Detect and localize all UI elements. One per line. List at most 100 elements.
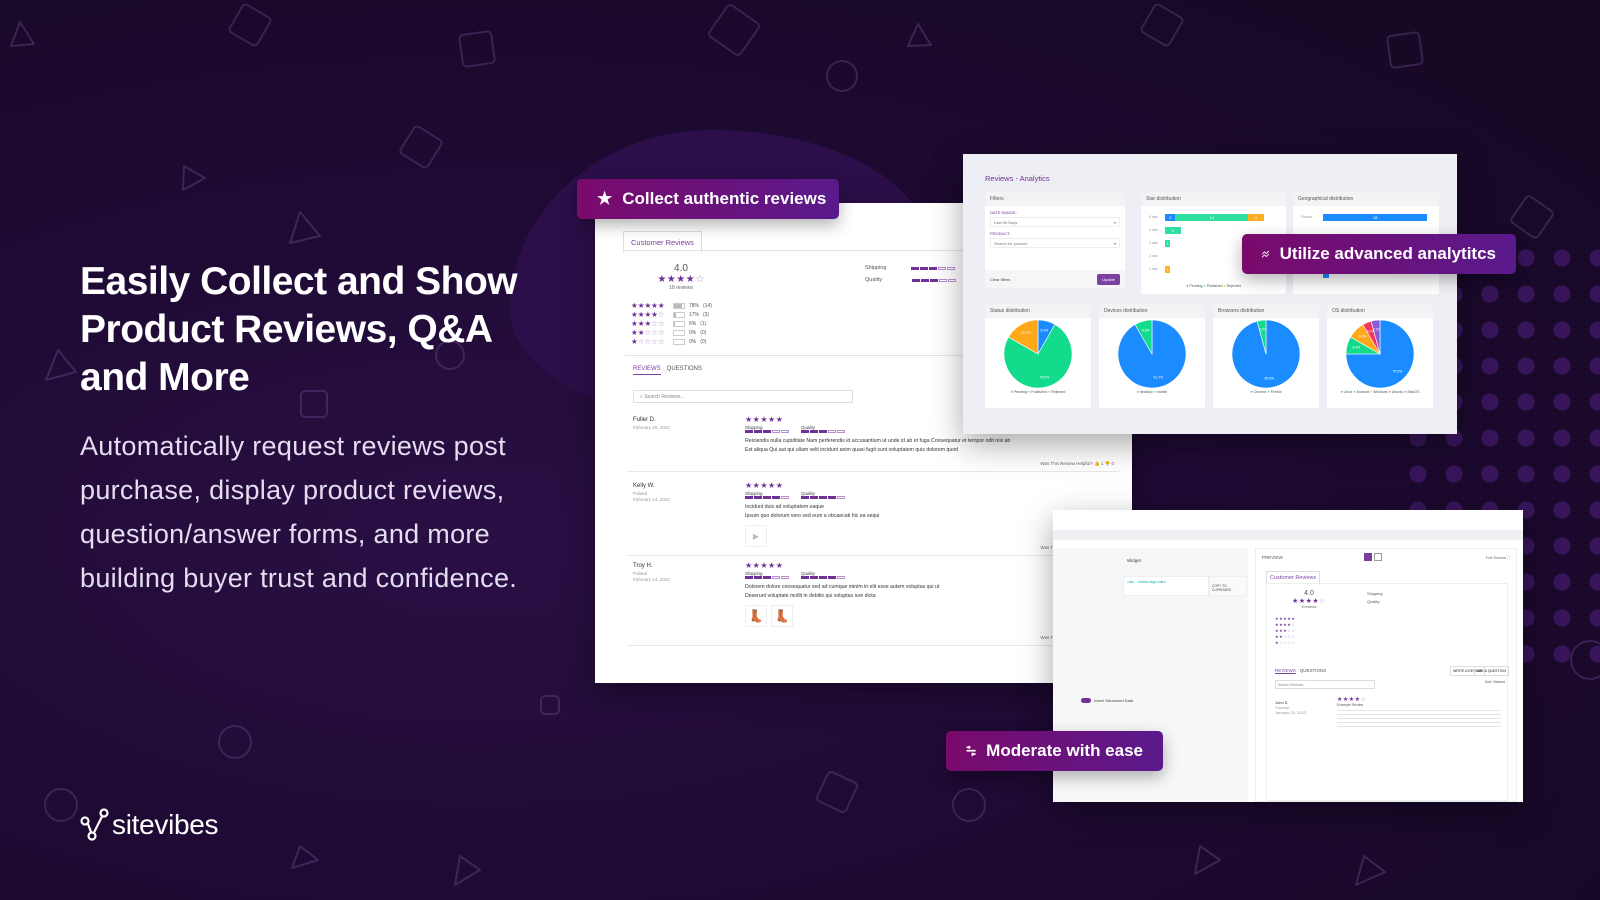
legend-item: Ubuntu: [1389, 390, 1405, 394]
brand-name: sitevibes: [112, 809, 219, 840]
slice-label: 75.0%: [1040, 376, 1050, 380]
row-count: (3): [703, 311, 710, 318]
review-text: Reiciendis nulla cupiditate Nam perferen…: [745, 438, 1011, 453]
chevron-down-icon: ▾: [1113, 220, 1116, 225]
breakdown-row[interactable]: ★☆☆☆☆ 0% (0): [631, 337, 712, 346]
page-title: Reviews - Analytics: [985, 174, 1050, 183]
reviewer-name: Fuller D.: [633, 417, 656, 423]
review-count: 18 reviews: [669, 285, 693, 291]
breakdown-row[interactable]: ★★★★★ 78% (14): [631, 301, 712, 310]
update-button[interactable]: Update: [1097, 273, 1120, 285]
search-reviews-input[interactable]: Search Reviews...: [1275, 680, 1375, 689]
mobile-icon[interactable]: [1374, 553, 1382, 561]
tab-questions[interactable]: QUESTIONS: [667, 366, 702, 375]
review-text: Incidunt duis ad voluptatem eaque Ipsum q…: [745, 504, 880, 519]
photo-thumbnail[interactable]: 👢: [771, 605, 793, 627]
row-stars: ★★★★☆: [631, 310, 665, 319]
product-select[interactable]: Search for product ▾: [990, 238, 1120, 248]
tab-questions[interactable]: QUESTIONS: [1300, 668, 1327, 673]
breakdown-row[interactable]: ★★★★☆ 17% (3): [631, 310, 712, 319]
slice-label: 95.8%: [1264, 376, 1274, 380]
slice-label: 8.3%: [1352, 346, 1360, 350]
copy-to-clipboard-button[interactable]: COPY TO CLIPBOARD: [1209, 576, 1247, 596]
reviewer-meta: February 28, 2022: [633, 425, 670, 430]
desktop-icon[interactable]: [1364, 553, 1372, 561]
slice-label: 75.0%: [1392, 369, 1402, 373]
preview-panel: PREVIEW Full Screen ⛶ Customer Reviews 4…: [1255, 548, 1517, 802]
filters-panel: Filters DATE RANGE: Last 90 Days ▾ PRODUC…: [985, 192, 1125, 288]
panel-title: Browsers distribution: [1213, 304, 1319, 318]
pie-chart: 75.0%8.3%8.3%4.2%4.2%: [1345, 319, 1415, 389]
date-range-select[interactable]: Last 90 Days ▾: [990, 217, 1120, 227]
thumbs-down-icon[interactable]: 👎: [1105, 461, 1111, 466]
video-thumbnail[interactable]: ▶: [745, 525, 767, 547]
row-stars: ★★★☆☆: [631, 319, 665, 328]
legend-item: Published: [1204, 284, 1224, 288]
slice-label: 8.3%: [1142, 328, 1150, 332]
analytics-dashboard-screenshot: Reviews - Analytics Filters DATE RANGE: …: [963, 154, 1457, 434]
thumbs-up-icon[interactable]: 👍: [1094, 461, 1100, 466]
network-nodes-icon: [80, 808, 109, 841]
bar-rejected: 1: [1165, 266, 1171, 273]
axis-label: Poland: [1301, 215, 1312, 219]
rating-summary: 4.0 ★★★★☆ 18 reviews: [631, 263, 731, 291]
ask-question-button[interactable]: ASK A QUESTION: [1473, 666, 1509, 676]
subheadline: Automatically request reviews post purch…: [80, 431, 518, 593]
device-toggle[interactable]: [1364, 553, 1382, 561]
bar-published: 1: [1165, 240, 1171, 247]
chevron-down-icon: ▾: [1113, 241, 1116, 246]
attribute-bar: [912, 278, 957, 282]
chart-legend: Pending Published Rejected: [1141, 284, 1286, 288]
tab-reviews[interactable]: REVIEWS: [1275, 668, 1296, 673]
search-reviews-input[interactable]: ⌕ Search Reviews...: [633, 390, 853, 403]
average-stars: ★★★★☆: [1292, 598, 1326, 605]
preview-tabs: REVIEWS QUESTIONS: [1275, 668, 1326, 673]
rating-breakdown: ★★★★★ ★★★★☆ ★★★☆☆ ★★☆☆☆ ★☆☆☆☆: [1275, 616, 1296, 645]
divider: [627, 645, 1120, 646]
panel-title: Geographical distribution: [1293, 192, 1439, 206]
brand-logo[interactable]: sitevibes: [80, 808, 219, 842]
bar-rejected: 3: [1248, 214, 1264, 221]
breakdown-row[interactable]: ★★★☆☆ 6% (1): [631, 319, 712, 328]
slice-label: 8.3%: [1040, 328, 1048, 332]
average-rating: 4.0: [674, 263, 688, 274]
axis-label: 5 star: [1149, 215, 1158, 219]
legend-item: desktop: [1137, 390, 1154, 394]
preview-label: PREVIEW: [1262, 555, 1283, 560]
sort-select[interactable]: Sort: Newest: [1485, 680, 1505, 684]
legend-item: Chrome: [1250, 390, 1267, 394]
review-attributes: Shipping Quality: [745, 571, 939, 579]
reviewer-meta: Poland February 14, 2022: [633, 491, 670, 502]
attribute-shipping: Shipping: [865, 265, 956, 271]
slice-label: 16.7%: [1021, 331, 1031, 335]
breakdown-row[interactable]: ★★☆☆☆ 0% (0): [631, 328, 712, 337]
top-bar: [1053, 530, 1523, 540]
legend-item: Pending: [1011, 390, 1028, 394]
row-stars: ★★☆☆☆: [631, 328, 665, 337]
reviewer-name: Troy H.: [633, 563, 653, 569]
divider: [627, 555, 1120, 556]
row-count: (14): [703, 302, 712, 309]
product-label: PRODUCT:: [990, 231, 1011, 236]
panel-title: Filters: [985, 192, 1125, 206]
axis-label: 2 star: [1149, 254, 1158, 258]
attributes: Shipping Quality: [1367, 591, 1383, 604]
legend-item: MacOS: [1404, 390, 1419, 394]
toggle-switch[interactable]: [1081, 698, 1091, 703]
fullscreen-button[interactable]: Full Screen ⛶: [1486, 555, 1510, 560]
clear-filters-button[interactable]: Clear filters: [990, 277, 1010, 282]
axis-label: 3 star: [1149, 241, 1158, 245]
pie-panel: Browsers distribution 95.8% 4.2% Chrome Fir…: [1213, 304, 1319, 408]
pie-chart: 95.8% 4.2%: [1231, 319, 1301, 389]
pie-chart: 8.3% 75.0% 16.7%: [1003, 319, 1073, 389]
preview-widget: 4.0 ★★★★☆ 8 reviews ★★★★★ ★★★★☆ ★★★☆☆ ★★☆☆☆…: [1266, 583, 1509, 801]
row-bar: [673, 329, 685, 336]
photo-thumbnail[interactable]: 👢: [745, 605, 767, 627]
structured-data-toggle[interactable]: Insert Structured Data: [1081, 698, 1133, 703]
reviewer-name: Kelly W.: [633, 483, 655, 489]
row-percent: 6%: [689, 320, 697, 327]
tab-reviews[interactable]: REVIEWS: [633, 366, 661, 375]
review-tabs: REVIEWS QUESTIONS: [633, 366, 702, 375]
review-body: ★★★★☆ Example Review: [1337, 697, 1501, 727]
helpful-votes: Was This Review Helpful? 👍 1 👎 0: [1040, 461, 1114, 466]
